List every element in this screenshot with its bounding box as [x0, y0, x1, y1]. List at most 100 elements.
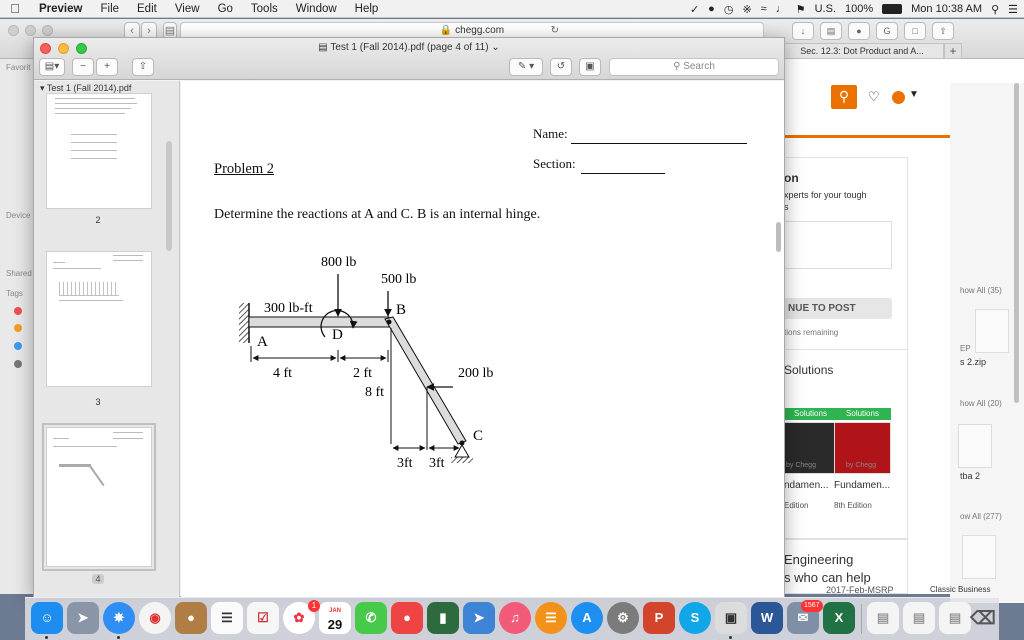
zoom-in-icon[interactable]: +: [96, 58, 118, 76]
label-200lb: 200 lb: [458, 366, 493, 381]
app-store-icon[interactable]: A: [571, 602, 603, 634]
reminders-icon[interactable]: ☑: [247, 602, 279, 634]
launchpad-icon[interactable]: ➤: [67, 602, 99, 634]
chevron-down-icon[interactable]: ⌄: [491, 42, 499, 53]
document-scrollbar[interactable]: [776, 222, 781, 252]
book-2-title[interactable]: Fundamen...: [834, 480, 890, 491]
extension-icon[interactable]: ●: [848, 22, 870, 40]
checkmark-circle-icon[interactable]: ✓: [690, 3, 699, 16]
powerpoint-icon[interactable]: P: [643, 602, 675, 634]
safari-scrollbar[interactable]: [1014, 83, 1019, 403]
menu-file[interactable]: File: [91, 3, 128, 15]
tag-orange-icon[interactable]: [14, 324, 22, 332]
ground-c: [451, 457, 473, 463]
disclosure-triangle-icon[interactable]: ▾: [40, 83, 45, 93]
menu-tools[interactable]: Tools: [242, 3, 287, 15]
battery-percent[interactable]: 100%: [845, 3, 873, 15]
close-icon[interactable]: [8, 25, 19, 36]
skype-icon[interactable]: S: [679, 602, 711, 634]
bluetooth-icon[interactable]: ※: [742, 3, 751, 16]
notification-center-icon[interactable]: ☰: [1008, 3, 1018, 16]
tag-gray-icon[interactable]: [14, 360, 22, 368]
keynote-icon[interactable]: ➤: [463, 602, 495, 634]
word-icon[interactable]: W: [751, 602, 783, 634]
user-icon[interactable]: ●: [708, 3, 715, 15]
page-thumbnail-1[interactable]: [46, 93, 152, 209]
file-thumb-1[interactable]: [975, 309, 1009, 353]
messages-icon[interactable]: ✆: [355, 602, 387, 634]
tab-dot-product[interactable]: Sec. 12.3: Dot Product and A...: [780, 43, 944, 59]
itunes-icon[interactable]: ♫: [499, 602, 531, 634]
zoom-out-icon[interactable]: −: [72, 58, 94, 76]
file-thumb-3[interactable]: [962, 535, 996, 579]
download-icon[interactable]: ↓: [792, 22, 814, 40]
sidebar-scrollbar[interactable]: [166, 141, 172, 251]
show-all-35[interactable]: how All (35): [960, 286, 1002, 295]
menu-help[interactable]: Help: [346, 3, 388, 15]
problem-title: Problem 2: [214, 161, 275, 177]
wifi-icon[interactable]: ≈: [761, 3, 767, 15]
menu-window[interactable]: Window: [287, 3, 346, 15]
zip-file-name[interactable]: s 2.zip: [960, 357, 986, 367]
menu-edit[interactable]: Edit: [128, 3, 166, 15]
spotlight-icon[interactable]: ⚲: [991, 3, 999, 16]
excel-icon[interactable]: X: [823, 602, 855, 634]
show-all-20[interactable]: how All (20): [960, 399, 1002, 408]
menu-view[interactable]: View: [166, 3, 209, 15]
chegg-search-icon[interactable]: ⚲: [831, 85, 857, 109]
window-thumb-icon[interactable]: ▤: [903, 602, 935, 634]
grammarly-icon[interactable]: G: [876, 22, 898, 40]
continue-to-post-button[interactable]: NUE TO POST: [782, 298, 892, 319]
page-thumbnail-3-selected[interactable]: [42, 423, 156, 571]
chrome-icon[interactable]: ◉: [139, 602, 171, 634]
label-b: B: [396, 302, 406, 318]
show-all-277[interactable]: ow All (277): [960, 512, 1002, 521]
tag-blue-icon[interactable]: [14, 342, 22, 350]
safari-icon[interactable]: ✵: [103, 602, 135, 634]
badge-count: 1567: [801, 600, 823, 612]
file-thumb-2[interactable]: [958, 424, 992, 468]
notes-icon[interactable]: ☰: [211, 602, 243, 634]
volume-icon[interactable]: ♩: [776, 3, 787, 15]
contacts-icon[interactable]: ●: [175, 602, 207, 634]
battery-icon[interactable]: [882, 4, 903, 14]
apple-icon[interactable]: : [0, 1, 30, 16]
menubar-clock[interactable]: Mon 10:38 AM: [911, 3, 982, 15]
preview-icon[interactable]: ▣: [715, 602, 747, 634]
toolbox-icon[interactable]: ▣: [579, 58, 601, 76]
finder-icon[interactable]: ☺: [31, 602, 63, 634]
chevron-down-icon[interactable]: ▼: [909, 89, 919, 100]
document-stack-icon[interactable]: ▤: [867, 602, 899, 634]
tag-red-icon[interactable]: [14, 307, 22, 315]
sidebar-view-button[interactable]: ▤▾: [39, 58, 65, 76]
new-tab-button[interactable]: +: [944, 43, 962, 59]
markup-pen-icon[interactable]: ✎ ▾: [509, 58, 543, 76]
photo-booth-icon[interactable]: ●: [391, 602, 423, 634]
numbers-icon[interactable]: ▮: [427, 602, 459, 634]
input-source-label[interactable]: U.S.: [815, 3, 836, 15]
menu-app-preview[interactable]: Preview: [30, 3, 91, 15]
avatar[interactable]: [892, 91, 905, 104]
menu-go[interactable]: Go: [209, 3, 242, 15]
minimize-icon[interactable]: [25, 25, 36, 36]
tabs-icon[interactable]: □: [904, 22, 926, 40]
bell-icon[interactable]: ♡: [868, 89, 880, 105]
menu-bar:  Preview File Edit View Go Tools Window…: [0, 0, 1024, 18]
share-icon[interactable]: ⇧: [132, 58, 154, 76]
page-thumbnail-2[interactable]: [46, 251, 152, 387]
chegg-header: [780, 83, 950, 123]
search-input[interactable]: ⚲ Search: [609, 58, 779, 76]
calendar-icon[interactable]: JAN 29: [319, 602, 351, 634]
book-1-title[interactable]: ndamen...: [784, 480, 828, 491]
trash-icon[interactable]: ⌫: [967, 602, 999, 634]
question-textarea[interactable]: [782, 221, 892, 269]
file-2-name[interactable]: tba 2: [960, 471, 980, 481]
share-icon[interactable]: ⇧: [932, 22, 954, 40]
label-3ft-a: 3ft: [397, 456, 413, 471]
rotate-icon[interactable]: ↺: [550, 58, 572, 76]
system-preferences-icon[interactable]: ⚙: [607, 602, 639, 634]
reader-icon[interactable]: ▤: [820, 22, 842, 40]
ibooks-icon[interactable]: ☰: [535, 602, 567, 634]
clock-icon[interactable]: ◷: [724, 3, 734, 16]
zoom-icon[interactable]: [42, 25, 53, 36]
